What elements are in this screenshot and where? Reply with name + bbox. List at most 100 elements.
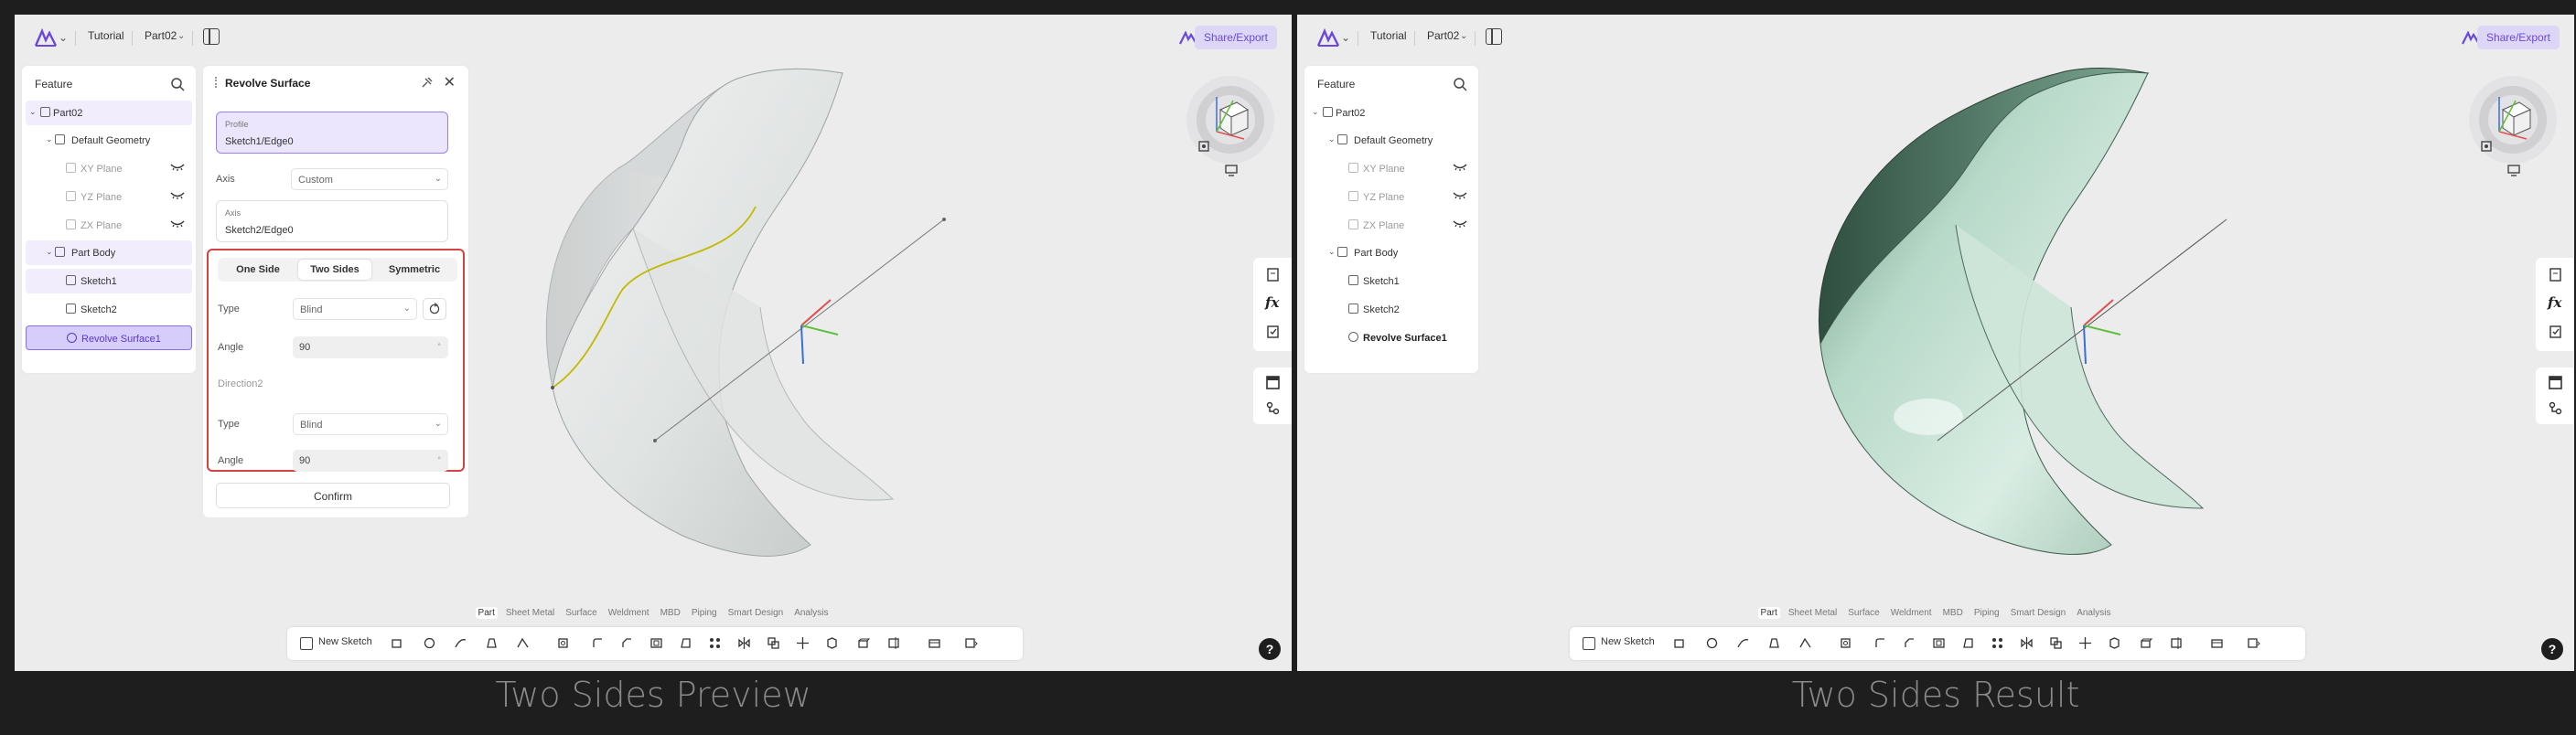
branch-icon[interactable] bbox=[1265, 400, 1281, 416]
tab-smart-design[interactable]: Smart Design bbox=[725, 607, 787, 619]
breadcrumb-tutorial[interactable]: Tutorial bbox=[88, 29, 124, 42]
tab-mbd[interactable]: MBD bbox=[658, 607, 683, 619]
tree-item-revolve-surface1[interactable]: Revolve Surface1 bbox=[1308, 325, 1475, 350]
section-icon[interactable] bbox=[887, 636, 901, 650]
chevron-down-icon[interactable]: ⌄ bbox=[1328, 134, 1336, 144]
clipboard-check-icon[interactable] bbox=[2548, 324, 2563, 339]
3d-viewport[interactable] bbox=[1297, 15, 2574, 671]
reference-icon[interactable] bbox=[2210, 636, 2224, 650]
rib-icon[interactable] bbox=[1798, 636, 1812, 650]
sweep-icon[interactable] bbox=[454, 636, 467, 650]
tree-item-xy-plane[interactable]: XY Plane bbox=[1308, 156, 1475, 181]
share-export-button[interactable]: Share/Export bbox=[2476, 26, 2560, 49]
split-icon[interactable] bbox=[825, 636, 839, 650]
fillet-icon[interactable] bbox=[1873, 636, 1887, 650]
logo-icon[interactable] bbox=[1315, 27, 1341, 49]
new-sketch-button[interactable]: New Sketch bbox=[1601, 636, 1655, 647]
boolean-icon[interactable] bbox=[767, 636, 780, 650]
help-icon[interactable]: ? bbox=[1259, 638, 1281, 660]
document-icon[interactable] bbox=[1265, 267, 1281, 282]
loft-icon[interactable] bbox=[1767, 636, 1781, 650]
mirror-icon[interactable] bbox=[2020, 636, 2034, 650]
tab-piping[interactable]: Piping bbox=[1971, 607, 2002, 619]
rib-icon[interactable] bbox=[516, 636, 530, 650]
extrude-icon[interactable] bbox=[1672, 636, 1686, 650]
panel-icon[interactable] bbox=[2548, 375, 2563, 390]
fx-icon[interactable]: fx bbox=[2548, 294, 2563, 311]
sweep-icon[interactable] bbox=[1736, 636, 1750, 650]
breadcrumb-part02[interactable]: Part02 bbox=[1427, 29, 1459, 42]
tree-item-sketch1[interactable]: Sketch1 bbox=[26, 269, 192, 293]
chevron-down-icon[interactable]: ⌄ bbox=[1328, 247, 1336, 257]
tree-item-default-geometry[interactable]: ⌄ Default Geometry bbox=[26, 128, 192, 153]
reference-icon[interactable] bbox=[928, 636, 941, 650]
pattern-icon[interactable] bbox=[708, 636, 722, 650]
boolean-icon[interactable] bbox=[2049, 636, 2063, 650]
search-icon[interactable] bbox=[1453, 77, 1467, 91]
new-sketch-icon[interactable] bbox=[300, 637, 313, 650]
layout-icon[interactable] bbox=[203, 28, 220, 45]
help-icon[interactable]: ? bbox=[2541, 638, 2563, 660]
move-body-icon[interactable] bbox=[796, 636, 810, 650]
chevron-down-icon[interactable]: ⌄ bbox=[1460, 31, 1467, 41]
profile-field[interactable]: Profile Sketch1/Edge0 bbox=[216, 112, 448, 154]
logo-icon[interactable] bbox=[33, 27, 59, 49]
draft-icon[interactable] bbox=[679, 636, 692, 650]
two-sides-button[interactable]: Two Sides bbox=[298, 260, 371, 280]
move-body-icon[interactable] bbox=[2078, 636, 2092, 650]
chevron-down-icon[interactable]: ⌄ bbox=[59, 31, 68, 44]
axis-select[interactable]: Custom ⌄ bbox=[291, 168, 448, 190]
tree-item-part-body[interactable]: ⌄ Part Body bbox=[26, 240, 192, 265]
one-side-button[interactable]: One Side bbox=[221, 260, 295, 280]
tree-item-xy-plane[interactable]: XY Plane bbox=[26, 156, 192, 181]
layout-icon[interactable] bbox=[1486, 28, 1502, 45]
revolve-icon[interactable] bbox=[1705, 636, 1719, 650]
view-cube-icon[interactable] bbox=[1180, 69, 1281, 170]
angle2-input[interactable]: 90 ° bbox=[293, 450, 448, 472]
extrude-icon[interactable] bbox=[390, 636, 403, 650]
thicken-icon[interactable] bbox=[2139, 636, 2152, 650]
breadcrumb-part02[interactable]: Part02 bbox=[145, 29, 177, 42]
draft-icon[interactable] bbox=[1961, 636, 1975, 650]
tab-weldment[interactable]: Weldment bbox=[1888, 607, 1935, 619]
symmetric-button[interactable]: Symmetric bbox=[375, 260, 454, 280]
angle-input[interactable]: 90 ° bbox=[293, 336, 448, 358]
fit-view-icon[interactable] bbox=[1197, 139, 1211, 154]
thicken-icon[interactable] bbox=[856, 636, 870, 650]
fit-view-icon[interactable] bbox=[2479, 139, 2494, 154]
pin-icon[interactable] bbox=[421, 76, 434, 89]
search-icon[interactable] bbox=[170, 77, 185, 91]
clipboard-check-icon[interactable] bbox=[1265, 324, 1281, 339]
eye-icon[interactable] bbox=[1453, 219, 1467, 229]
chamfer-icon[interactable] bbox=[1903, 636, 1916, 650]
eye-icon[interactable] bbox=[170, 219, 185, 229]
pattern-icon[interactable] bbox=[1991, 636, 2004, 650]
tab-part[interactable]: Part bbox=[475, 607, 498, 619]
more-tools-icon[interactable] bbox=[964, 636, 978, 650]
breadcrumb-tutorial[interactable]: Tutorial bbox=[1370, 29, 1407, 42]
eye-icon[interactable] bbox=[1453, 163, 1467, 172]
section-icon[interactable] bbox=[2170, 636, 2184, 650]
close-icon[interactable]: ✕ bbox=[444, 73, 456, 91]
chevron-down-icon[interactable]: ⌄ bbox=[1312, 107, 1319, 117]
tree-item-part-body[interactable]: ⌄ Part Body bbox=[1308, 240, 1475, 265]
tab-analysis[interactable]: Analysis bbox=[791, 607, 831, 619]
tree-item-sketch1[interactable]: Sketch1 bbox=[1308, 269, 1475, 293]
tab-sheet-metal[interactable]: Sheet Metal bbox=[1786, 607, 1840, 619]
fillet-icon[interactable] bbox=[591, 636, 605, 650]
type-select[interactable]: Blind ⌄ bbox=[293, 298, 417, 320]
chevron-down-icon[interactable]: ⌄ bbox=[177, 31, 185, 41]
new-sketch-icon[interactable] bbox=[1583, 637, 1595, 650]
eye-icon[interactable] bbox=[1453, 191, 1467, 200]
tree-item-zx-plane[interactable]: ZX Plane bbox=[26, 213, 192, 238]
branch-icon[interactable] bbox=[2548, 400, 2563, 416]
revolve-icon[interactable] bbox=[423, 636, 436, 650]
drag-handle-icon[interactable] bbox=[215, 77, 218, 88]
split-icon[interactable] bbox=[2108, 636, 2121, 650]
view-cube-icon[interactable] bbox=[2463, 69, 2563, 170]
tree-item-yz-plane[interactable]: YZ Plane bbox=[26, 185, 192, 209]
tree-item-default-geometry[interactable]: ⌄ Default Geometry bbox=[1308, 128, 1475, 153]
document-icon[interactable] bbox=[2548, 267, 2563, 282]
mirror-icon[interactable] bbox=[737, 636, 751, 650]
shell-icon[interactable] bbox=[649, 636, 663, 650]
